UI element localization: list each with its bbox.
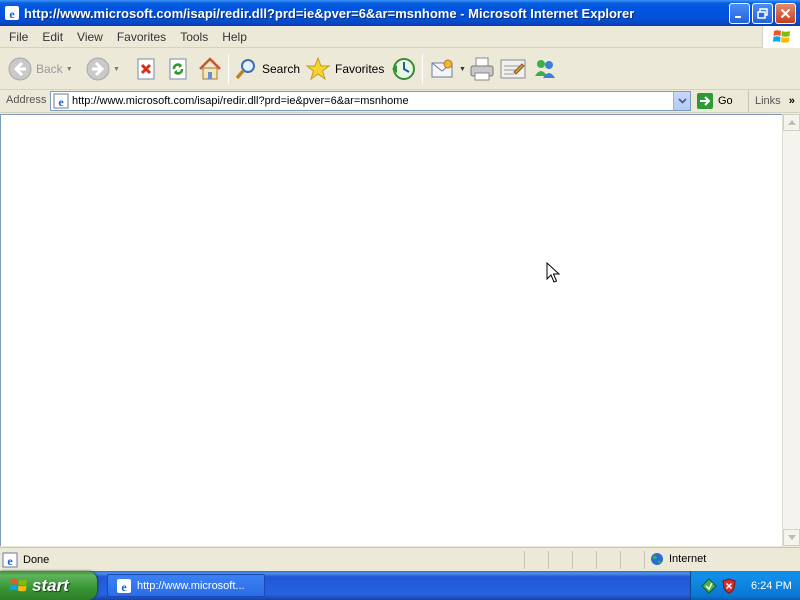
status-divider [572, 551, 573, 569]
back-label: Back [36, 62, 63, 76]
scroll-down-button[interactable] [783, 529, 800, 546]
start-label: start [32, 575, 69, 595]
close-icon [780, 8, 791, 18]
links-label: Links [755, 95, 781, 107]
refresh-button[interactable] [166, 54, 190, 84]
standard-toolbar: Back ▼ ▼ Search Favorites ▼ [0, 48, 800, 90]
svg-text:e: e [121, 580, 127, 594]
edit-page-icon [500, 59, 526, 79]
chevron-down-icon [677, 98, 687, 104]
status-divider [620, 551, 621, 569]
menu-favorites[interactable]: Favorites [110, 30, 173, 44]
forward-dropdown-icon[interactable]: ▼ [113, 66, 120, 73]
address-url: http://www.microsoft.com/isapi/redir.dll… [72, 95, 409, 107]
links-toolbar[interactable]: Links » [748, 90, 800, 112]
ie-icon: e [5, 6, 19, 21]
home-button[interactable] [197, 54, 223, 84]
scroll-up-button[interactable] [783, 114, 800, 131]
history-icon [392, 58, 415, 80]
back-arrow-icon [8, 57, 32, 81]
address-bar: Address e http://www.microsoft.com/isapi… [0, 90, 800, 113]
arrow-down-icon [787, 535, 796, 540]
status-text: Done [23, 554, 50, 566]
chevron-right-icon[interactable]: » [789, 95, 795, 107]
forward-button[interactable]: ▼ [86, 54, 120, 84]
status-divider [524, 551, 525, 569]
favorites-button[interactable]: Favorites [305, 54, 384, 84]
svg-text:e: e [7, 554, 13, 568]
network-icon[interactable] [701, 577, 717, 594]
menu-tools[interactable]: Tools [173, 30, 215, 44]
security-shield-icon[interactable] [721, 577, 737, 594]
status-text-area: e Done [2, 552, 49, 568]
page-icon: e [53, 93, 69, 109]
status-divider [596, 551, 597, 569]
menu-bar: File Edit View Favorites Tools Help [0, 26, 800, 48]
search-icon [235, 59, 255, 80]
go-label: Go [718, 95, 733, 107]
menu-file[interactable]: File [0, 30, 35, 44]
home-icon [199, 57, 221, 80]
stop-button[interactable] [134, 54, 158, 84]
windows-flag-icon [10, 578, 27, 592]
close-button[interactable] [775, 2, 796, 24]
globe-icon [651, 553, 663, 565]
mail-icon [431, 59, 453, 78]
messenger-button[interactable] [532, 54, 558, 84]
page-status-icon: e [2, 552, 18, 568]
zone-label: Internet [669, 553, 707, 565]
windows-flag-icon [772, 30, 790, 43]
search-label: Search [262, 62, 301, 76]
address-dropdown-button[interactable] [673, 92, 690, 110]
history-button[interactable] [390, 54, 416, 84]
window-title: http://www.microsoft.com/isapi/redir.dll… [24, 5, 635, 21]
windows-logo [762, 26, 800, 48]
taskbar-item-label: http://www.microsoft... [137, 579, 245, 592]
menu-help[interactable]: Help [215, 30, 254, 44]
printer-icon [470, 57, 494, 81]
print-button[interactable] [469, 54, 495, 84]
minimize-button[interactable] [729, 2, 750, 24]
page-content[interactable] [0, 114, 782, 546]
ie-icon: e [117, 578, 131, 594]
toolbar-separator [228, 54, 229, 84]
stop-icon [137, 58, 155, 80]
arrow-up-icon [787, 120, 796, 125]
toolbar-separator [422, 54, 423, 84]
go-arrow-icon [697, 93, 713, 109]
system-tray: 6:24 PM [690, 571, 800, 600]
back-button[interactable]: Back ▼ [8, 54, 73, 84]
menu-edit[interactable]: Edit [35, 30, 70, 44]
start-button[interactable]: start [0, 571, 97, 600]
restore-icon [757, 7, 768, 19]
maximize-button[interactable] [752, 2, 773, 24]
taskbar: start e http://www.microsoft... 6:24 PM [0, 571, 800, 600]
status-divider [644, 551, 645, 569]
forward-arrow-icon [86, 57, 110, 81]
taskbar-ie-window[interactable]: e http://www.microsoft... [107, 574, 265, 597]
title-bar[interactable]: e http://www.microsoft.com/isapi/redir.d… [0, 0, 800, 26]
edit-button[interactable] [500, 54, 526, 84]
minimize-icon [735, 15, 741, 18]
mail-button[interactable]: ▼ [430, 54, 466, 84]
address-input[interactable]: e http://www.microsoft.com/isapi/redir.d… [50, 91, 691, 111]
svg-text:e: e [9, 7, 15, 21]
security-zone[interactable]: Internet [650, 552, 706, 566]
address-label: Address [6, 94, 47, 106]
search-button[interactable]: Search [234, 54, 300, 84]
back-dropdown-icon[interactable]: ▼ [66, 66, 73, 73]
vertical-scrollbar[interactable] [782, 114, 800, 546]
svg-text:e: e [58, 95, 64, 109]
star-icon [305, 56, 331, 81]
favorites-label: Favorites [335, 62, 385, 76]
refresh-icon [169, 58, 187, 80]
mouse-cursor-icon [546, 262, 561, 283]
go-button[interactable]: Go [696, 92, 733, 110]
status-divider [548, 551, 549, 569]
clock[interactable]: 6:24 PM [751, 580, 792, 592]
mail-dropdown-icon[interactable]: ▼ [459, 66, 466, 73]
status-bar: e Done Internet [0, 547, 800, 571]
menu-view[interactable]: View [70, 30, 110, 44]
messenger-icon [535, 60, 555, 78]
